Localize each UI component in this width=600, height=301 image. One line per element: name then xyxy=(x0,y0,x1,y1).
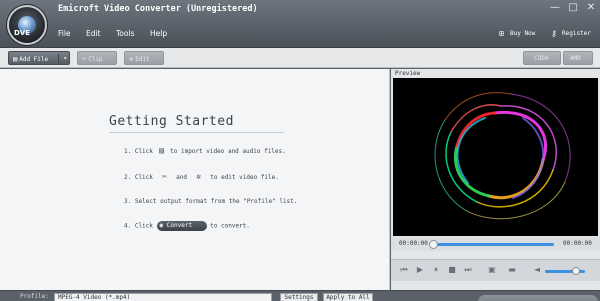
edit-label: Edit xyxy=(135,56,150,63)
seek-bar[interactable] xyxy=(437,243,554,246)
playback-progress: 00:00:00 00:00:00 xyxy=(391,237,600,251)
step-3: 3. Select output format from the "Profil… xyxy=(124,198,298,205)
cart-icon: ⊞ xyxy=(499,29,504,38)
app-logo: DVE xyxy=(7,5,47,45)
key-icon: ⚷ xyxy=(551,29,557,38)
buy-now-label: Buy Now xyxy=(510,30,536,37)
profile-value: MPEG-4 Video (*.mp4) xyxy=(58,294,131,301)
step-1-text: 1. Click xyxy=(124,148,153,155)
folder-icon[interactable]: ▬ xyxy=(507,265,517,275)
step-4: 4. Click ◉ Convert to convert. xyxy=(124,221,250,231)
step-1-text-b: to import video and audio files. xyxy=(170,148,286,155)
convert-button[interactable] xyxy=(478,295,598,301)
preview-screen xyxy=(393,78,598,236)
cuda-toggle[interactable]: CUDA xyxy=(523,51,561,65)
amd-toggle[interactable]: AMD xyxy=(563,51,593,65)
edit-icon: ✲ xyxy=(129,55,134,63)
step-4-text-b: to convert. xyxy=(210,222,250,230)
register-link[interactable]: ⚷ Register xyxy=(551,29,591,38)
edit-button[interactable]: ✲ Edit xyxy=(124,51,164,65)
title-bar: DVE Emicroft Video Converter (Unregister… xyxy=(0,0,600,48)
cuda-label: CUDA xyxy=(534,55,549,62)
close-icon[interactable]: ✕ xyxy=(584,2,598,14)
step-2-text: 2. Click xyxy=(124,174,153,181)
snapshot-icon[interactable]: ▣ xyxy=(487,265,497,275)
maximize-icon[interactable]: □ xyxy=(566,2,580,14)
window-title: Emicroft Video Converter (Unregistered) xyxy=(58,4,258,14)
step-1: 1. Click ▤ to import video and audio fil… xyxy=(124,146,286,156)
clip-icon: ✂ xyxy=(82,55,87,63)
current-time: 00:00:00 xyxy=(399,240,428,247)
apply-to-all-button[interactable]: Apply to All xyxy=(323,293,373,301)
profile-bar: Profile: MPEG-4 Video (*.mp4) Settings A… xyxy=(0,290,600,301)
settings-button[interactable]: Settings xyxy=(280,293,318,301)
inline-convert-button: ◉ Convert xyxy=(156,221,207,231)
edit-icon: ✲ xyxy=(196,172,202,181)
clip-button[interactable]: ✂ Clip xyxy=(77,51,117,65)
toolbar: ▤ Add File ▾ ✂ Clip ✲ Edit CUDA AMD xyxy=(0,48,600,68)
step-2-text-b: to edit video file. xyxy=(210,174,279,181)
step-2: 2. Click ✂ and ✲ to edit video file. xyxy=(124,172,279,182)
pause-icon[interactable]: ⏸ xyxy=(431,265,441,275)
getting-started-title: Getting Started xyxy=(109,114,234,129)
inline-convert-label: Convert xyxy=(166,222,193,229)
profile-label: Profile: xyxy=(20,293,49,300)
preview-panel: Preview 00:00:00 00:00:00 ⏮ ▶ ⏸ ■ ⏭ ▣ ▬ … xyxy=(391,69,600,290)
add-file-button[interactable]: ▤ Add File ▾ xyxy=(8,51,70,65)
step-4-text: 4. Click xyxy=(124,222,153,230)
seek-knob[interactable] xyxy=(429,240,438,249)
add-file-icon: ▤ xyxy=(13,55,18,63)
clip-label: Clip xyxy=(88,56,103,63)
scissors-icon: ✂ xyxy=(162,172,167,181)
buy-now-link[interactable]: ⊞ Buy Now xyxy=(499,29,535,38)
menu-tools[interactable]: Tools xyxy=(116,29,134,38)
menu-edit[interactable]: Edit xyxy=(86,29,101,38)
forward-icon[interactable]: ⏭ xyxy=(463,265,473,275)
rewind-icon[interactable]: ⏮ xyxy=(399,265,409,275)
profile-select[interactable]: MPEG-4 Video (*.mp4) xyxy=(54,293,272,301)
minimize-icon[interactable]: — xyxy=(548,2,562,14)
total-time: 00:00:00 xyxy=(563,240,592,247)
add-file-icon: ▤ xyxy=(159,146,164,155)
add-file-label: Add File xyxy=(19,56,49,63)
app-window: DVE Emicroft Video Converter (Unregister… xyxy=(0,0,600,301)
player-controls: ⏮ ▶ ⏸ ■ ⏭ ▣ ▬ ◄ xyxy=(391,259,600,281)
logo-text: DVE xyxy=(14,29,31,37)
menu-help[interactable]: Help xyxy=(150,29,167,38)
play-icon[interactable]: ▶ xyxy=(415,265,425,275)
volume-icon[interactable]: ◄ xyxy=(532,265,542,275)
getting-started-panel: Getting Started 1. Click ▤ to import vid… xyxy=(0,69,390,290)
preview-label: Preview xyxy=(395,70,421,77)
convert-icon: ◉ xyxy=(159,222,167,229)
divider xyxy=(109,132,284,133)
preview-swirl-image xyxy=(393,78,598,236)
chevron-down-icon[interactable]: ▾ xyxy=(63,52,67,66)
divider xyxy=(58,54,59,63)
stop-icon[interactable]: ■ xyxy=(447,265,457,275)
volume-knob[interactable] xyxy=(572,267,580,275)
amd-label: AMD xyxy=(570,55,581,62)
step-2-and: and xyxy=(176,174,187,181)
register-label: Register xyxy=(562,30,591,37)
menu-file[interactable]: File xyxy=(58,29,71,38)
